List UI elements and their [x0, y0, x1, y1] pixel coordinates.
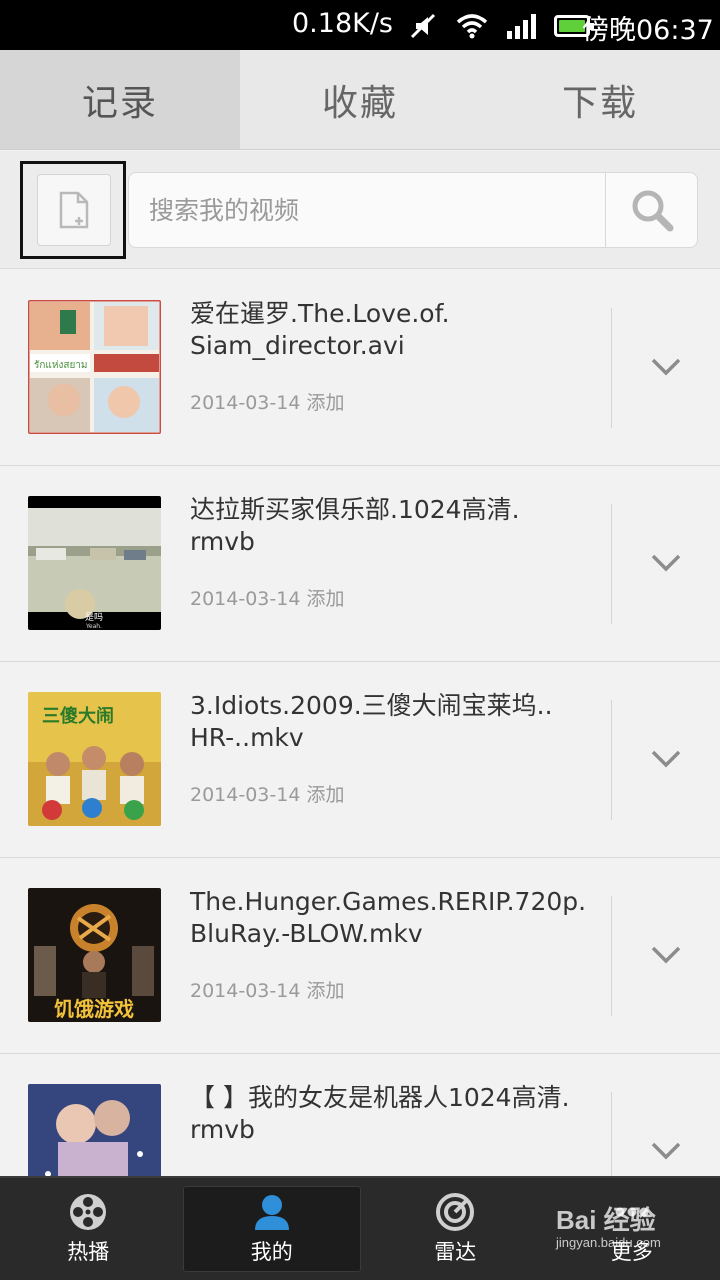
- thumbnail-caption: รักแห่งสยาม: [34, 360, 88, 371]
- tab-bar: 记录 收藏 下载: [0, 50, 720, 150]
- expand-button[interactable]: [620, 724, 712, 794]
- thumbnail-subtitle-en: Yeah.: [85, 623, 102, 630]
- divider: [611, 504, 612, 624]
- video-thumbnail: 饥饿游戏: [28, 888, 161, 1022]
- video-title: 爱在暹罗.The.Love.of. Siam_director.avi: [190, 299, 450, 360]
- add-file-highlight: [20, 161, 126, 259]
- video-thumbnail: รักแห่งสยาม: [28, 300, 161, 434]
- list-item[interactable]: 饥饿游戏 The.Hunger.Games.RERIP.720p. BluRay…: [0, 858, 720, 1054]
- video-date: 2014-03-14 添加: [190, 980, 345, 1002]
- expand-button[interactable]: [620, 332, 712, 402]
- chevron-down-icon: [651, 554, 681, 572]
- video-thumbnail: 三傻大闹: [28, 692, 161, 826]
- add-file-icon: [59, 191, 89, 229]
- tab-downloads[interactable]: 下载: [480, 50, 720, 149]
- video-title: 达拉斯买家俱乐部.1024高清. rmvb: [190, 495, 520, 556]
- search-input[interactable]: [149, 173, 599, 247]
- thumbnail-poster-title: 饥饿游戏: [54, 997, 134, 1021]
- divider: [611, 700, 612, 820]
- more-icon: [615, 1207, 649, 1217]
- thumbnail-poster-title: 三傻大闹: [42, 705, 114, 727]
- search-divider: [605, 173, 606, 247]
- video-thumbnail: 是吗 Yeah.: [28, 496, 161, 630]
- tab-favorites[interactable]: 收藏: [240, 50, 480, 149]
- chevron-down-icon: [651, 750, 681, 768]
- video-title: 3.Idiots.2009.三傻大闹宝莱坞.. HR-..mkv: [190, 691, 553, 752]
- bottom-nav: 热播 我的 雷达 更多: [0, 1176, 720, 1280]
- video-list: รักแห่งสยาม 爱在暹罗.The.Love.of. Siam_direc…: [0, 270, 720, 1176]
- status-bar: 0.18K/s 傍晚06:37: [0, 0, 720, 50]
- list-item[interactable]: 【 】我的女友是机器人1024高清. rmvb: [0, 1054, 720, 1176]
- chevron-down-icon: [651, 358, 681, 376]
- list-item[interactable]: 是吗 Yeah. 达拉斯买家俱乐部.1024高清. rmvb 2014-03-1…: [0, 466, 720, 662]
- divider: [611, 308, 612, 428]
- search-icon: [632, 190, 674, 232]
- nav-label: 热播: [67, 1240, 110, 1264]
- thumbnail-subtitle: 是吗: [85, 612, 103, 623]
- user-icon: [254, 1195, 289, 1230]
- clock: 傍晚06:37: [582, 15, 714, 46]
- video-date: 2014-03-14 添加: [190, 588, 345, 610]
- nav-hot[interactable]: 热播: [0, 1178, 177, 1280]
- add-file-button[interactable]: [37, 174, 111, 246]
- chevron-down-icon: [651, 1142, 681, 1160]
- signal-icon: [507, 14, 536, 39]
- nav-mine[interactable]: 我的: [182, 1186, 361, 1272]
- video-title: 【 】我的女友是机器人1024高清. rmvb: [190, 1083, 570, 1144]
- nav-label: 更多: [610, 1240, 653, 1264]
- search-button[interactable]: [607, 173, 697, 247]
- expand-button[interactable]: [620, 1116, 712, 1176]
- video-date: 2014-03-14 添加: [190, 784, 345, 806]
- wifi-icon: [456, 14, 488, 39]
- video-date: 2014-03-14 添加: [190, 392, 345, 414]
- expand-button[interactable]: [620, 920, 712, 990]
- search-area: [0, 151, 720, 269]
- nav-label: 我的: [250, 1240, 293, 1264]
- nav-label: 雷达: [434, 1240, 477, 1264]
- list-item[interactable]: 三傻大闹 3.Idiots.2009.三傻大闹宝莱坞.. HR-..mkv 20…: [0, 662, 720, 858]
- tab-history[interactable]: 记录: [0, 50, 240, 149]
- film-reel-icon: [70, 1194, 107, 1230]
- mute-icon: [410, 13, 436, 39]
- video-thumbnail: [28, 1084, 161, 1176]
- status-icons: [408, 8, 594, 44]
- nav-radar[interactable]: 雷达: [367, 1178, 544, 1280]
- nav-more[interactable]: 更多: [544, 1178, 720, 1280]
- network-speed: 0.18K/s: [292, 8, 393, 39]
- radar-icon: [436, 1193, 475, 1231]
- expand-button[interactable]: [620, 528, 712, 598]
- divider: [611, 896, 612, 1016]
- search-box: [128, 172, 698, 248]
- video-title: The.Hunger.Games.RERIP.720p. BluRay.-BLO…: [190, 887, 587, 948]
- list-item[interactable]: รักแห่งสยาม 爱在暹罗.The.Love.of. Siam_direc…: [0, 270, 720, 466]
- chevron-down-icon: [651, 946, 681, 964]
- divider: [611, 1092, 612, 1176]
